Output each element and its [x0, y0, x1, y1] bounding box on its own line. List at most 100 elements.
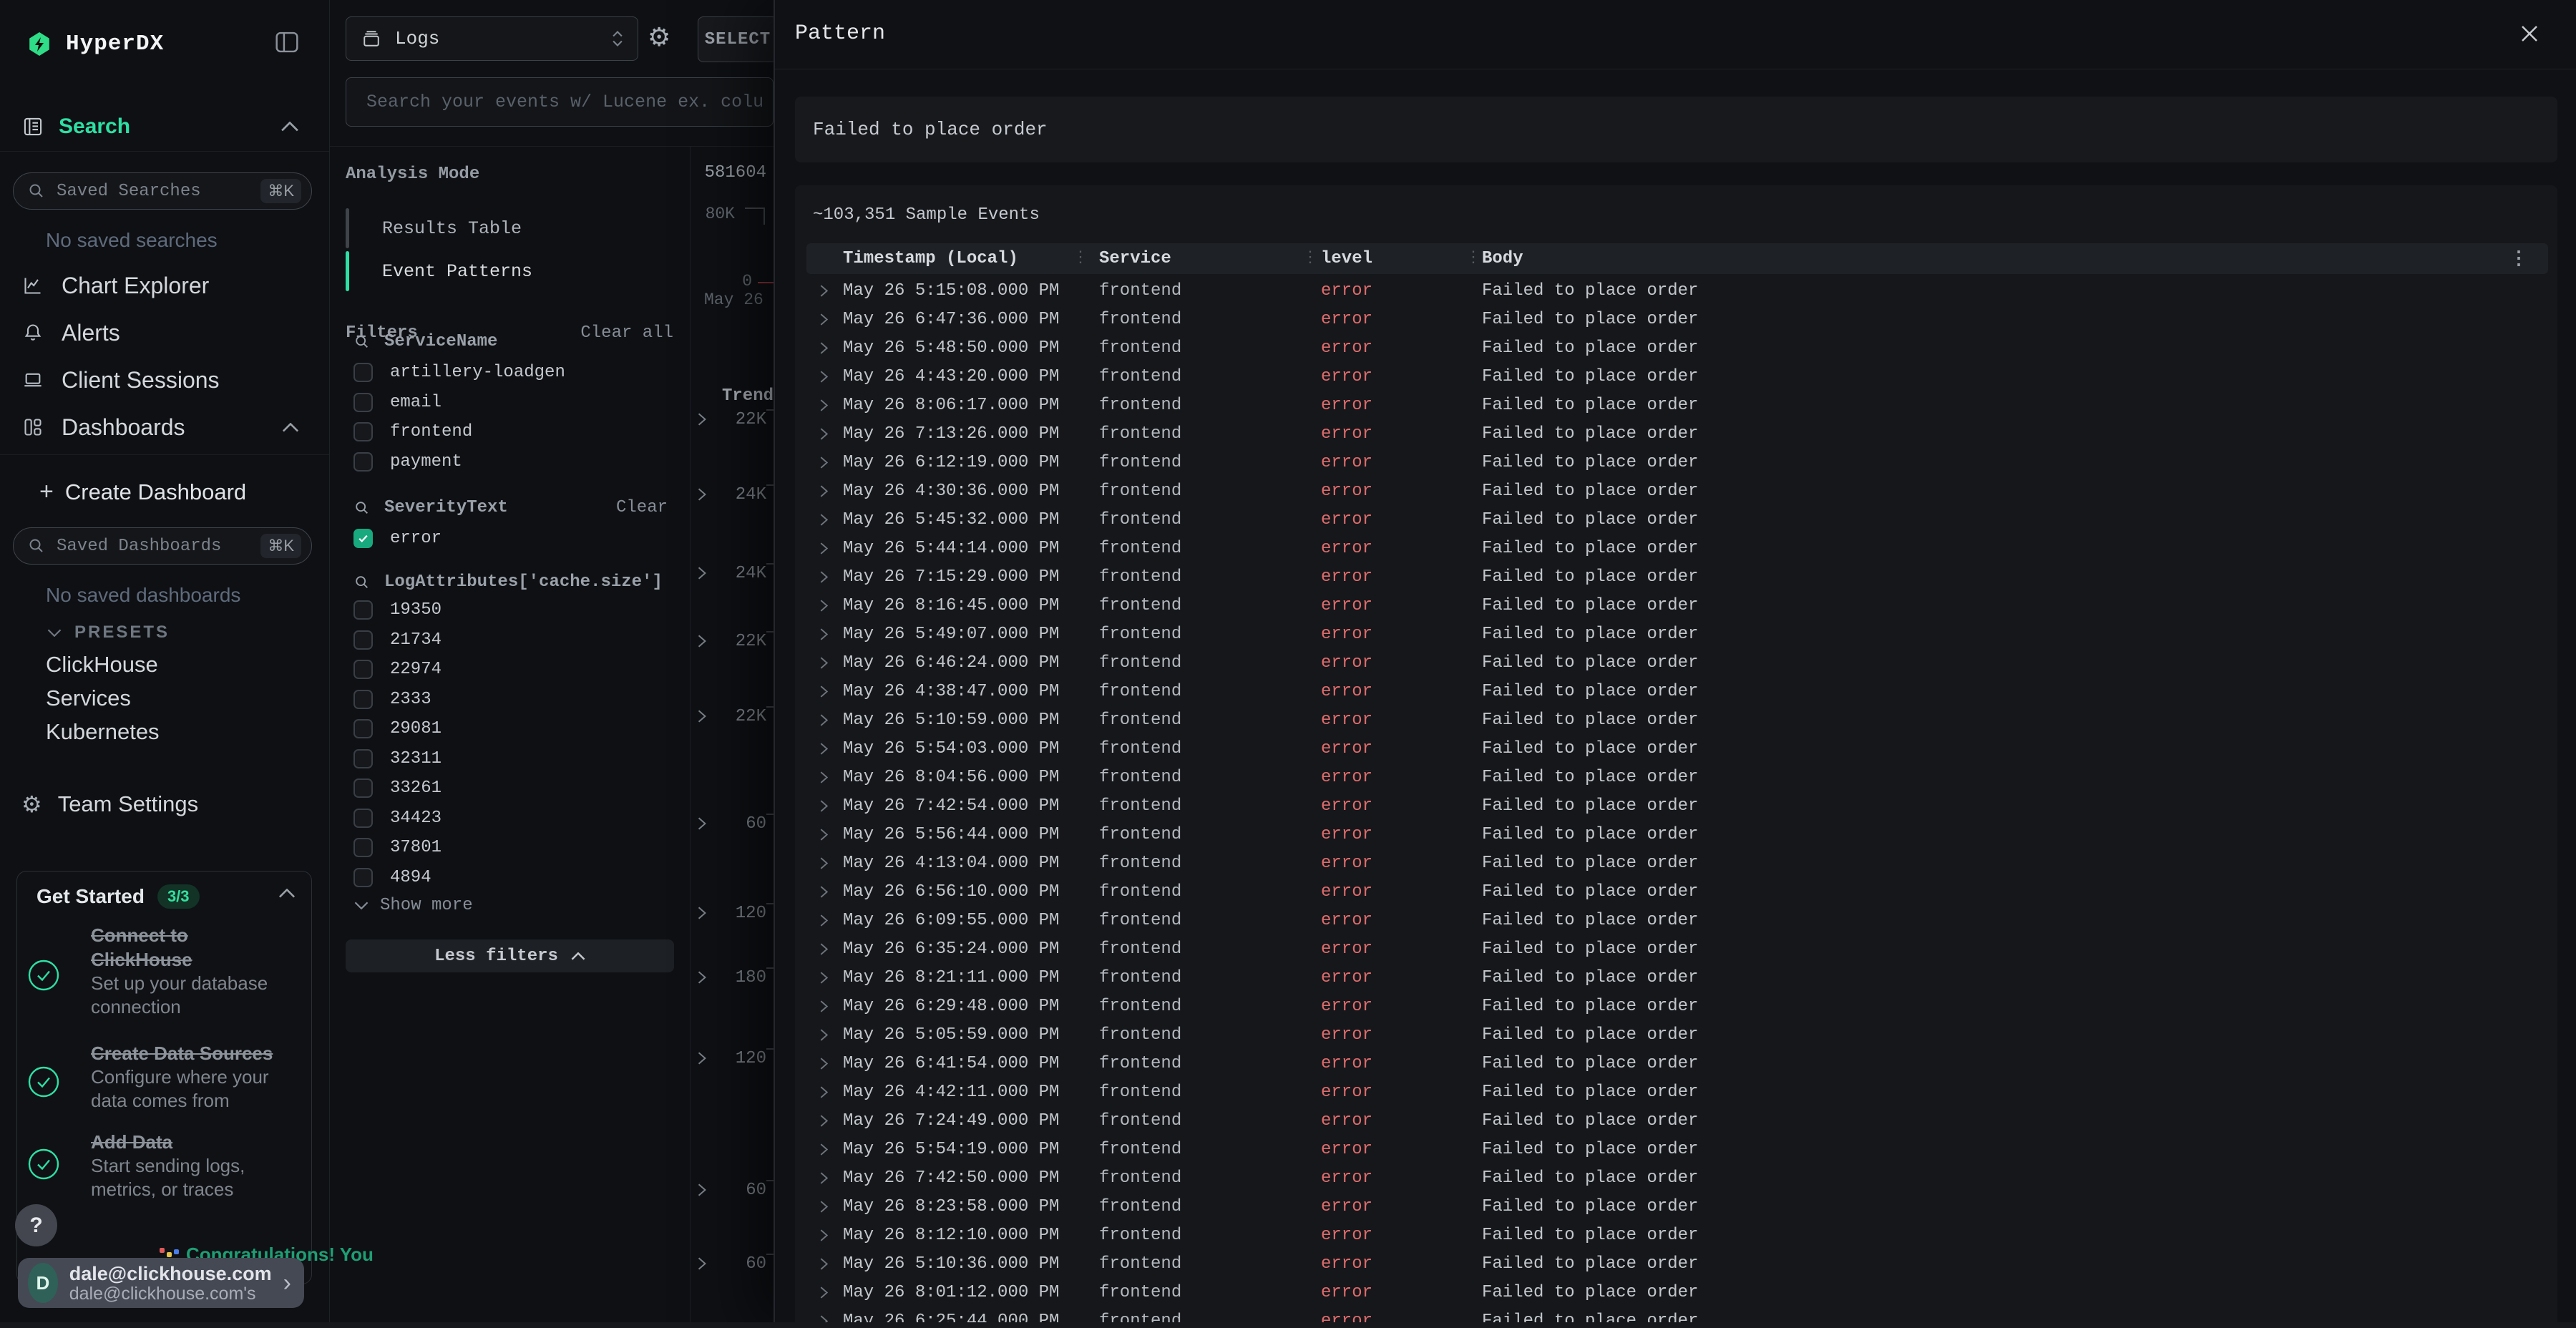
clear-link[interactable]: Clear: [616, 498, 668, 517]
row-expand-chevron-icon[interactable]: [819, 628, 843, 641]
saved-searches-input[interactable]: Saved Searches ⌘K: [13, 172, 312, 210]
source-select[interactable]: Logs: [346, 16, 638, 61]
row-expand-chevron-icon[interactable]: [819, 1229, 843, 1242]
sample-event-row[interactable]: May 26 5:15:08.000 PMfrontenderrorFailed…: [806, 276, 2548, 305]
sidebar-item-team-settings[interactable]: ⚙ Team Settings: [21, 791, 198, 818]
close-icon[interactable]: [2519, 23, 2540, 44]
row-expand-chevron-icon[interactable]: [819, 1114, 843, 1128]
filter-option-label[interactable]: 19350: [390, 600, 441, 620]
sidebar-item-chart-explorer[interactable]: Chart Explorer: [0, 262, 329, 309]
sample-event-row[interactable]: May 26 5:44:14.000 PMfrontenderrorFailed…: [806, 534, 2548, 562]
sample-event-row[interactable]: May 26 5:54:03.000 PMfrontenderrorFailed…: [806, 734, 2548, 763]
row-expand-chevron-icon[interactable]: [819, 799, 843, 813]
row-expand-chevron-icon[interactable]: [819, 1057, 843, 1070]
sample-event-row[interactable]: May 26 8:12:10.000 PMfrontenderrorFailed…: [806, 1221, 2548, 1249]
checkbox[interactable]: [353, 868, 373, 887]
filter-option-label[interactable]: error: [390, 529, 441, 548]
checkbox[interactable]: [353, 778, 373, 798]
presets-toggle[interactable]: PRESETS: [47, 622, 170, 643]
checkbox[interactable]: [353, 749, 373, 768]
sample-event-row[interactable]: May 26 4:13:04.000 PMfrontenderrorFailed…: [806, 849, 2548, 877]
get-started-step[interactable]: Connect to ClickHouse Set up your databa…: [91, 923, 283, 1019]
expand-chevron-icon[interactable]: [697, 634, 707, 648]
filter-option-label[interactable]: 32311: [390, 749, 441, 768]
pattern-row-sliver[interactable]: 60: [690, 1178, 774, 1201]
get-started-step[interactable]: Add Data Start sending logs, metrics, or…: [91, 1130, 283, 1201]
column-header-service[interactable]: Service: [1099, 249, 1321, 268]
expand-chevron-icon[interactable]: [697, 1256, 707, 1271]
checkbox[interactable]: [353, 452, 373, 472]
sample-event-row[interactable]: May 26 6:41:54.000 PMfrontenderrorFailed…: [806, 1049, 2548, 1078]
pattern-row-sliver[interactable]: 120: [690, 902, 774, 924]
row-expand-chevron-icon[interactable]: [819, 1257, 843, 1271]
column-header-level[interactable]: level: [1321, 249, 1482, 268]
row-expand-chevron-icon[interactable]: [819, 771, 843, 784]
sample-event-row[interactable]: May 26 5:48:50.000 PMfrontenderrorFailed…: [806, 333, 2548, 362]
row-expand-chevron-icon[interactable]: [819, 1171, 843, 1185]
sample-event-row[interactable]: May 26 6:46:24.000 PMfrontenderrorFailed…: [806, 648, 2548, 677]
sample-event-row[interactable]: May 26 8:21:11.000 PMfrontenderrorFailed…: [806, 963, 2548, 992]
clear-all-link[interactable]: Clear all: [580, 323, 673, 343]
expand-chevron-icon[interactable]: [697, 566, 707, 580]
sidebar-item-preset-services[interactable]: Services: [46, 681, 318, 715]
select-columns-button[interactable]: SELECT: [698, 16, 774, 62]
row-expand-chevron-icon[interactable]: [819, 856, 843, 870]
checkbox[interactable]: [353, 422, 373, 441]
checkbox[interactable]: [353, 363, 373, 382]
filter-option-label[interactable]: frontend: [390, 422, 472, 441]
filter-option-label[interactable]: 34423: [390, 809, 441, 828]
row-expand-chevron-icon[interactable]: [819, 399, 843, 412]
sidebar-collapse-icon[interactable]: [275, 31, 299, 53]
sample-event-row[interactable]: May 26 7:42:50.000 PMfrontenderrorFailed…: [806, 1163, 2548, 1192]
mode-results-table[interactable]: Results Table: [346, 208, 522, 249]
sample-event-row[interactable]: May 26 4:43:20.000 PMfrontenderrorFailed…: [806, 362, 2548, 391]
filter-option-label[interactable]: 21734: [390, 630, 441, 650]
pattern-row-sliver[interactable]: 22K: [690, 705, 774, 728]
less-filters-button[interactable]: Less filters: [346, 939, 674, 972]
row-expand-chevron-icon[interactable]: [819, 828, 843, 841]
row-expand-chevron-icon[interactable]: [819, 1286, 843, 1299]
pattern-row-sliver[interactable]: 180: [690, 966, 774, 989]
filter-option-label[interactable]: 33261: [390, 778, 441, 798]
sample-event-row[interactable]: May 26 4:42:11.000 PMfrontenderrorFailed…: [806, 1078, 2548, 1106]
column-resize-handle[interactable]: ⋮: [1302, 249, 1318, 268]
filter-option-label[interactable]: 2333: [390, 690, 431, 709]
row-expand-chevron-icon[interactable]: [819, 1028, 843, 1042]
row-expand-chevron-icon[interactable]: [819, 370, 843, 384]
chevron-up-icon[interactable]: [282, 423, 299, 432]
expand-chevron-icon[interactable]: [697, 970, 707, 985]
search-icon[interactable]: [354, 500, 370, 516]
expand-chevron-icon[interactable]: [697, 412, 707, 426]
checkbox[interactable]: [353, 809, 373, 828]
row-expand-chevron-icon[interactable]: [819, 942, 843, 956]
pattern-row-sliver[interactable]: 24K: [690, 483, 774, 506]
sample-event-row[interactable]: May 26 5:49:07.000 PMfrontenderrorFailed…: [806, 620, 2548, 648]
column-header-body[interactable]: Body: [1482, 249, 2548, 268]
pattern-row-sliver[interactable]: 120: [690, 1047, 774, 1070]
expand-chevron-icon[interactable]: [697, 1183, 707, 1197]
checkbox-checked[interactable]: [353, 529, 373, 548]
checkbox[interactable]: [353, 630, 373, 650]
checkbox[interactable]: [353, 600, 373, 620]
sidebar-item-alerts[interactable]: Alerts: [0, 309, 329, 356]
sample-event-row[interactable]: May 26 5:10:59.000 PMfrontenderrorFailed…: [806, 706, 2548, 734]
row-expand-chevron-icon[interactable]: [819, 513, 843, 527]
filter-option-label[interactable]: email: [390, 393, 441, 412]
sample-event-row[interactable]: May 26 8:16:45.000 PMfrontenderrorFailed…: [806, 591, 2548, 620]
pattern-row-sliver[interactable]: 22K: [690, 630, 774, 653]
search-icon[interactable]: [354, 334, 370, 350]
row-expand-chevron-icon[interactable]: [819, 1085, 843, 1099]
row-expand-chevron-icon[interactable]: [819, 1200, 843, 1214]
column-header-timestamp[interactable]: Timestamp (Local): [843, 249, 1099, 268]
row-expand-chevron-icon[interactable]: [819, 656, 843, 670]
row-expand-chevron-icon[interactable]: [819, 742, 843, 756]
chevron-up-icon[interactable]: [280, 122, 299, 132]
row-expand-chevron-icon[interactable]: [819, 284, 843, 298]
source-settings-gear-icon[interactable]: ⚙: [648, 23, 670, 52]
row-expand-chevron-icon[interactable]: [819, 599, 843, 612]
table-options-kebab-icon[interactable]: ⋮: [2509, 248, 2528, 270]
sidebar-item-preset-kubernetes[interactable]: Kubernetes: [46, 715, 318, 748]
row-expand-chevron-icon[interactable]: [819, 484, 843, 498]
checkbox[interactable]: [353, 660, 373, 679]
sample-event-row[interactable]: May 26 5:54:19.000 PMfrontenderrorFailed…: [806, 1135, 2548, 1163]
